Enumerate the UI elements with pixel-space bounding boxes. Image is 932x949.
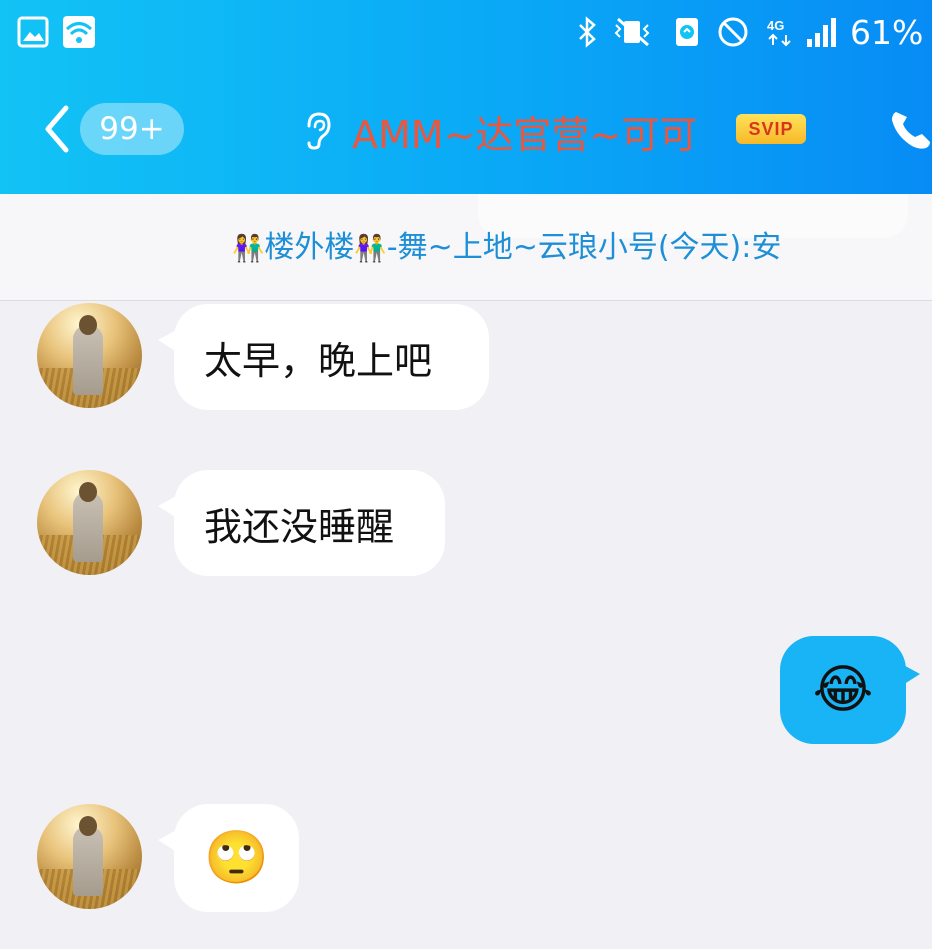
status-bar: 4G 61% — [0, 0, 932, 70]
chat-title: AMM~达官营~可可 — [352, 113, 698, 157]
message-bubble[interactable]: 🙄 — [158, 804, 299, 912]
svg-text:4G: 4G — [767, 18, 784, 33]
wifi-icon — [63, 16, 95, 48]
bluetooth-icon — [579, 16, 596, 48]
image-icon — [17, 16, 49, 48]
svip-badge: SVIP — [736, 114, 806, 144]
notice-message: -舞~上地~云琅小号(今天):安 — [386, 230, 782, 265]
message-bubble[interactable]: 太早，晚上吧 — [158, 304, 489, 410]
notice-text: 👫楼外楼👫-舞~上地~云琅小号(今天):安 — [232, 222, 781, 266]
phone-icon[interactable] — [888, 106, 932, 154]
group-notice-bar[interactable]: 👫楼外楼👫-舞~上地~云琅小号(今天):安 — [0, 194, 932, 301]
signal-icon — [807, 18, 836, 47]
own-message-bubble[interactable]: 😂 — [780, 636, 920, 744]
ear-icon[interactable] — [300, 110, 334, 150]
do-not-disturb-icon — [718, 17, 748, 47]
avatar[interactable] — [37, 804, 142, 909]
data-saver-icon — [676, 18, 698, 46]
chevron-left-icon[interactable] — [40, 104, 74, 154]
avatar[interactable] — [37, 470, 142, 575]
battery-level: 61% — [850, 13, 924, 52]
4g-icon: 4G — [767, 18, 791, 47]
message-text: 太早，晚上吧 — [204, 338, 433, 383]
couple-emoji: 👫 — [232, 234, 265, 264]
eye-roll-emoji: 🙄 — [204, 828, 269, 888]
avatar[interactable] — [37, 303, 142, 408]
unread-count-badge[interactable]: 99+ — [80, 103, 184, 155]
notice-group-name: 楼外楼 — [264, 230, 355, 265]
top-bar: 4G 61% 99+ AMM~达官营~可可 SVIP — [0, 0, 932, 194]
tears-of-joy-emoji: 😂 — [812, 660, 874, 720]
mute-vibrate-icon — [614, 17, 650, 47]
couple-emoji: 👫 — [354, 234, 387, 264]
message-bubble[interactable]: 我还没睡醒 — [158, 470, 445, 576]
message-text: 我还没睡醒 — [204, 504, 395, 549]
